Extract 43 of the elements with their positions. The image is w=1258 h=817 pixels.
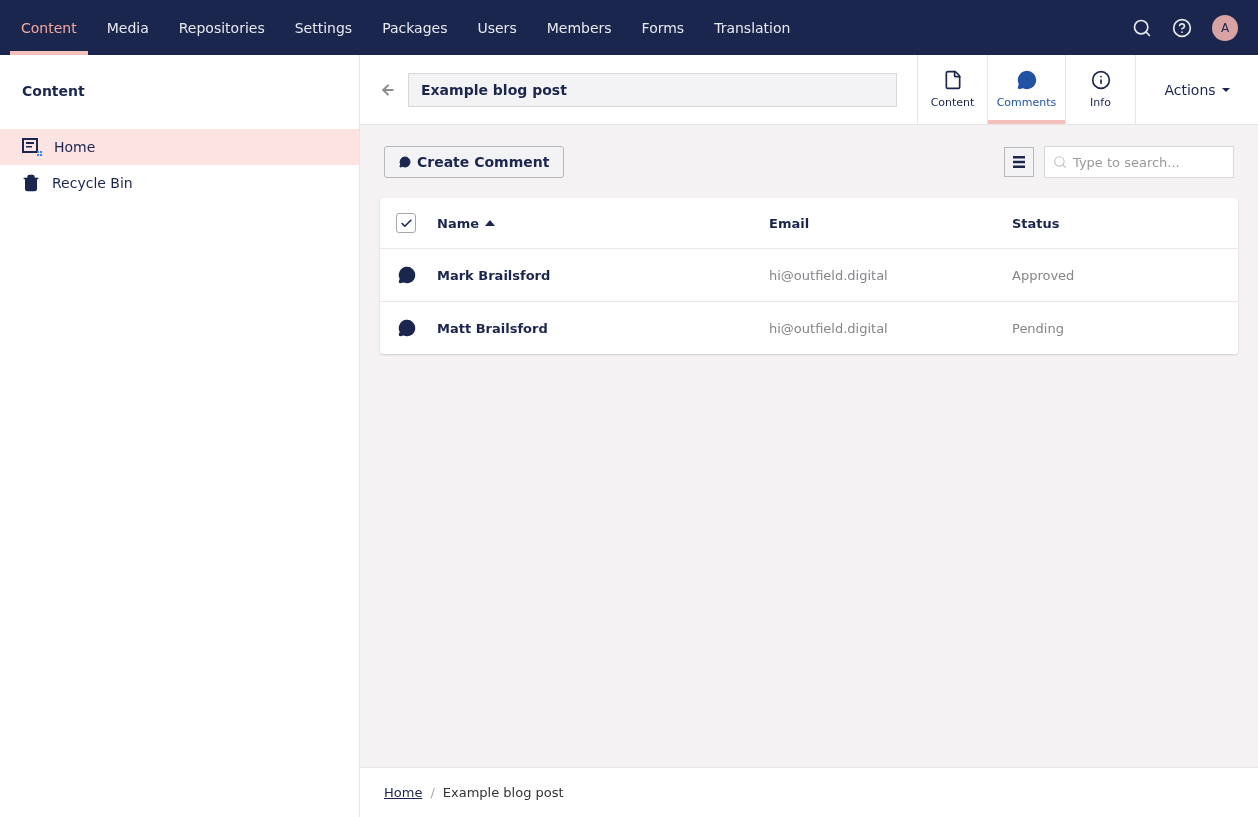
- back-arrow-icon[interactable]: [380, 81, 396, 98]
- speech-bubble-icon: [398, 266, 416, 284]
- nav-tab[interactable]: Translation: [703, 0, 802, 55]
- email-cell-text: hi@outfield.digital: [769, 267, 889, 283]
- home-icon: [22, 138, 42, 156]
- status-cell-text: Approved: [1012, 267, 1076, 283]
- search-icon: [1132, 17, 1152, 38]
- checkmark-icon: [399, 216, 413, 230]
- create-comment-button[interactable]: Create Comment: [384, 146, 565, 178]
- select-all-checkbox[interactable]: [396, 213, 416, 233]
- name-field[interactable]: Example blog post: [408, 72, 897, 107]
- nav-tab[interactable]: Media: [95, 0, 160, 55]
- sidebar-title: Content: [21, 82, 86, 101]
- nav-tab[interactable]: Content: [10, 0, 88, 55]
- nav-tab[interactable]: Packages: [371, 0, 459, 55]
- search-icon: [1053, 155, 1067, 169]
- info-icon: [1090, 70, 1111, 90]
- nav-tab[interactable]: Members: [535, 0, 623, 55]
- menu-icon: [1013, 156, 1025, 168]
- column-header[interactable]: Email: [769, 215, 810, 231]
- help-icon: [1172, 17, 1192, 38]
- tree-item[interactable]: Home: [0, 129, 359, 165]
- app-tab[interactable]: Comments: [987, 55, 1065, 124]
- layout-button[interactable]: [1004, 147, 1034, 177]
- breadcrumb-separator: /: [430, 785, 435, 800]
- breadcrumb-current: Example blog post: [442, 785, 564, 800]
- nav-tab[interactable]: Settings: [283, 0, 364, 55]
- nav-tab[interactable]: Users: [466, 0, 528, 55]
- speech-bubble-icon: [398, 319, 416, 337]
- speech-bubble-icon: [1016, 70, 1037, 90]
- trash-icon: [22, 174, 40, 192]
- status-cell-text: Pending: [1012, 320, 1065, 336]
- name-cell[interactable]: Matt Brailsford: [437, 320, 769, 336]
- email-cell-text: hi@outfield.digital: [769, 320, 889, 336]
- search-field[interactable]: Type to search...: [1044, 146, 1234, 178]
- name-cell[interactable]: Mark Brailsford: [437, 267, 769, 283]
- nav-tab[interactable]: Forms: [630, 0, 696, 55]
- speech-bubble-icon: [399, 156, 411, 168]
- breadcrumb-link[interactable]: Home: [384, 785, 423, 800]
- column-header[interactable]: Status: [1012, 215, 1060, 231]
- nav-tab[interactable]: Repositories: [167, 0, 276, 55]
- column-header[interactable]: Name: [437, 215, 495, 231]
- user-avatar[interactable]: A: [1212, 14, 1238, 41]
